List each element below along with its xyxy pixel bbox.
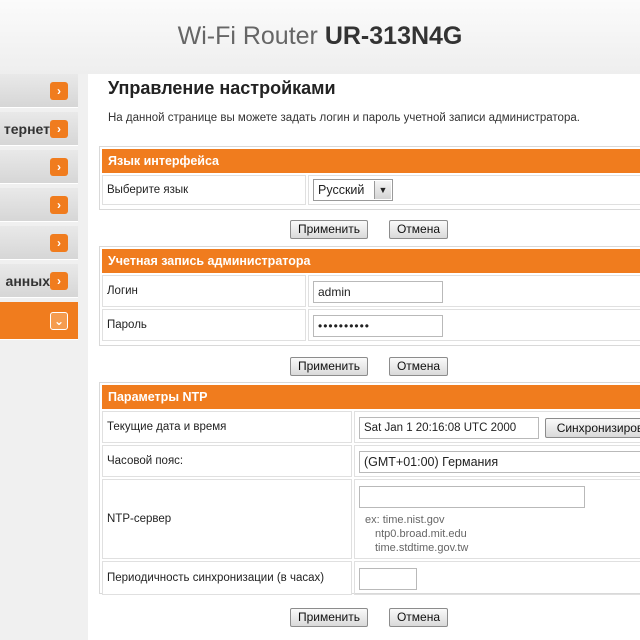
apply-button-language[interactable]: Применить — [290, 220, 368, 239]
language-value-cell: Русский ▼ — [308, 175, 640, 205]
sync-button[interactable]: Синхронизиров — [545, 418, 640, 438]
password-row: Пароль •••••••••• — [102, 309, 640, 341]
sidebar: › тернет › › › › анных › ⌄ — [0, 74, 78, 640]
sync-period-value-cell — [354, 561, 640, 595]
sidebar-item-active[interactable]: ⌄ — [0, 302, 78, 340]
password-label: Пароль — [102, 309, 306, 341]
datetime-field: Sat Jan 1 20:16:08 UTC 2000 — [359, 417, 539, 439]
ntp-server-hint-1: ex: time.nist.gov — [365, 514, 445, 526]
datetime-value-cell: Sat Jan 1 20:16:08 UTC 2000 Синхронизиро… — [354, 411, 640, 443]
admin-panel: Учетная запись администратора Логин admi… — [99, 246, 640, 346]
dropdown-arrow-icon[interactable]: ▼ — [374, 181, 391, 199]
login-input[interactable]: admin — [313, 281, 443, 303]
chevron-right-icon: › — [50, 158, 68, 176]
admin-panel-header: Учетная запись администратора — [102, 249, 640, 273]
timezone-row: Часовой пояс: (GMT+01:00) Германия — [102, 445, 640, 477]
timezone-value-cell: (GMT+01:00) Германия — [354, 445, 640, 477]
router-title: Wi-Fi Router UR-313N4G — [0, 22, 640, 51]
sidebar-item-internet[interactable]: тернет › — [0, 112, 78, 146]
chevron-right-icon: › — [50, 234, 68, 252]
language-label: Выберите язык — [102, 175, 306, 205]
language-panel: Язык интерфейса Выберите язык Русский ▼ — [99, 146, 640, 210]
page-title: Управление настройками — [108, 78, 336, 98]
timezone-select[interactable]: (GMT+01:00) Германия — [359, 451, 640, 473]
ntp-server-hint-3: time.stdtime.gov.tw — [375, 542, 469, 554]
sidebar-item-3[interactable]: › — [0, 150, 78, 184]
sync-period-label: Периодичность синхронизации (в часах) — [102, 561, 352, 595]
sync-period-row: Периодичность синхронизации (в часах) — [102, 561, 640, 595]
language-panel-header: Язык интерфейса — [102, 149, 640, 173]
ntp-panel: Параметры NTP Текущие дата и время Sat J… — [99, 382, 640, 595]
chevron-down-icon: ⌄ — [50, 312, 68, 330]
header: Wi-Fi Router UR-313N4G — [0, 0, 640, 74]
ntp-server-value-cell: ex: time.nist.gov ntp0.broad.mit.edu tim… — [354, 479, 640, 559]
cancel-button-language[interactable]: Отмена — [389, 220, 448, 239]
chevron-right-icon: › — [50, 82, 68, 100]
chevron-right-icon: › — [50, 120, 68, 138]
title-prefix: Wi-Fi Router — [177, 22, 325, 50]
sidebar-item-1[interactable]: › — [0, 74, 78, 108]
chevron-right-icon: › — [50, 196, 68, 214]
login-row: Логин admin — [102, 275, 640, 307]
page-description: На данной странице вы можете задать логи… — [108, 112, 580, 124]
ntp-server-row: NTP-сервер ex: time.nist.gov ntp0.broad.… — [102, 479, 640, 559]
password-value-cell: •••••••••• — [308, 309, 640, 341]
cancel-button-admin[interactable]: Отмена — [389, 357, 448, 376]
ntp-server-input[interactable] — [359, 486, 585, 508]
apply-button-ntp[interactable]: Применить — [290, 608, 368, 627]
datetime-row: Текущие дата и время Sat Jan 1 20:16:08 … — [102, 411, 640, 443]
language-row: Выберите язык Русский ▼ — [102, 175, 640, 205]
chevron-right-icon: › — [50, 272, 68, 290]
ntp-server-hint-2: ntp0.broad.mit.edu — [375, 528, 467, 540]
sidebar-item-4[interactable]: › — [0, 188, 78, 222]
timezone-label: Часовой пояс: — [102, 445, 352, 477]
language-selected: Русский — [318, 183, 365, 197]
timezone-selected: (GMT+01:00) Германия — [364, 455, 499, 469]
login-label: Логин — [102, 275, 306, 307]
sync-period-input[interactable] — [359, 568, 417, 590]
sidebar-item-label: тернет — [3, 121, 50, 137]
ntp-panel-header: Параметры NTP — [102, 385, 640, 409]
language-select[interactable]: Русский ▼ — [313, 179, 393, 201]
apply-button-admin[interactable]: Применить — [290, 357, 368, 376]
main-content: Управление настройками На данной страниц… — [88, 74, 640, 640]
cancel-button-ntp[interactable]: Отмена — [389, 608, 448, 627]
sidebar-item-data[interactable]: анных › — [0, 264, 78, 298]
router-model: UR-313N4G — [324, 22, 463, 50]
datetime-label: Текущие дата и время — [102, 411, 352, 443]
password-input[interactable]: •••••••••• — [313, 315, 443, 337]
sidebar-item-5[interactable]: › — [0, 226, 78, 260]
sidebar-item-label: анных — [5, 273, 50, 289]
login-value-cell: admin — [308, 275, 640, 307]
ntp-server-label: NTP-сервер — [102, 479, 352, 559]
